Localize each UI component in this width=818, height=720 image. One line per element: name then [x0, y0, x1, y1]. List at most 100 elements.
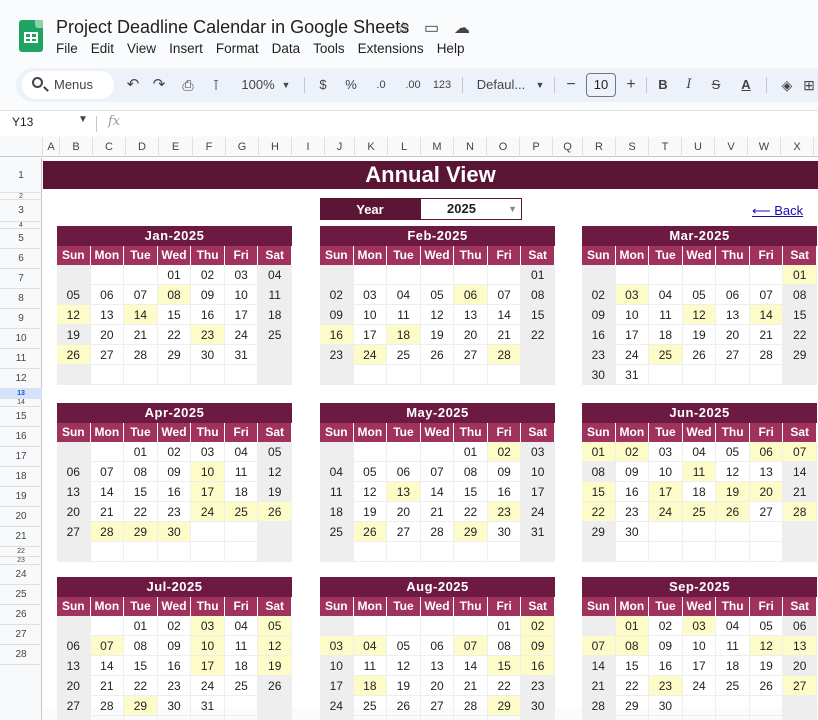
- day-cell[interactable]: 02: [191, 265, 225, 285]
- day-cell[interactable]: [487, 542, 522, 562]
- day-cell[interactable]: 16: [157, 482, 192, 502]
- day-cell[interactable]: 02: [521, 616, 555, 636]
- chevron-down-icon[interactable]: ▼: [508, 199, 517, 219]
- day-cell[interactable]: 11: [320, 482, 354, 502]
- day-cell[interactable]: 11: [258, 285, 292, 305]
- day-cell[interactable]: 21: [90, 502, 125, 522]
- menu-extensions[interactable]: Extensions: [358, 41, 424, 56]
- day-cell[interactable]: 24: [224, 325, 259, 345]
- row-header-8[interactable]: 8: [0, 289, 42, 309]
- day-cell[interactable]: [57, 616, 91, 636]
- day-cell[interactable]: 12: [258, 636, 292, 656]
- day-cell[interactable]: 07: [749, 285, 784, 305]
- day-cell[interactable]: [783, 365, 817, 385]
- day-cell[interactable]: 28: [783, 502, 817, 522]
- day-cell[interactable]: 04: [649, 285, 683, 305]
- day-cell[interactable]: 22: [521, 325, 555, 345]
- day-cell[interactable]: 27: [387, 522, 421, 542]
- day-cell[interactable]: 23: [582, 345, 616, 365]
- day-cell[interactable]: 10: [320, 656, 354, 676]
- day-cell[interactable]: [157, 542, 192, 562]
- day-cell[interactable]: 27: [420, 696, 455, 716]
- day-cell[interactable]: 02: [615, 442, 650, 462]
- row-header-11[interactable]: 11: [0, 349, 42, 369]
- day-cell[interactable]: 28: [454, 696, 488, 716]
- day-cell[interactable]: 24: [521, 502, 555, 522]
- day-cell[interactable]: 12: [749, 636, 784, 656]
- day-cell[interactable]: 30: [521, 696, 555, 716]
- day-cell[interactable]: [420, 616, 455, 636]
- menus-search[interactable]: Menus: [22, 71, 114, 99]
- day-cell[interactable]: 28: [420, 522, 455, 542]
- day-cell[interactable]: 02: [157, 616, 192, 636]
- day-cell[interactable]: [454, 542, 488, 562]
- day-cell[interactable]: 06: [57, 462, 91, 482]
- day-cell[interactable]: 10: [224, 285, 259, 305]
- day-cell[interactable]: 25: [353, 696, 388, 716]
- day-cell[interactable]: [615, 542, 650, 562]
- day-cell[interactable]: 13: [90, 305, 125, 325]
- day-cell[interactable]: 15: [454, 482, 488, 502]
- day-cell[interactable]: 07: [454, 636, 488, 656]
- day-cell[interactable]: 15: [124, 482, 158, 502]
- row-header-16[interactable]: 16: [0, 427, 42, 447]
- day-cell[interactable]: 21: [90, 676, 125, 696]
- day-cell[interactable]: 13: [783, 636, 817, 656]
- chevron-down-icon[interactable]: ▼: [534, 68, 546, 102]
- day-cell[interactable]: [421, 716, 455, 720]
- day-cell[interactable]: 22: [454, 502, 488, 522]
- day-cell[interactable]: 31: [521, 522, 555, 542]
- day-cell[interactable]: 25: [387, 345, 421, 365]
- column-header-d[interactable]: D: [126, 137, 159, 157]
- day-cell[interactable]: 07: [90, 462, 125, 482]
- column-header-u[interactable]: U: [682, 137, 715, 157]
- day-cell[interactable]: 17: [224, 305, 259, 325]
- day-cell[interactable]: [488, 716, 522, 720]
- day-cell[interactable]: 09: [157, 636, 192, 656]
- day-cell[interactable]: [57, 365, 91, 385]
- column-header-j[interactable]: J: [325, 137, 355, 157]
- day-cell[interactable]: 16: [320, 325, 354, 345]
- column-header-i[interactable]: I: [292, 137, 325, 157]
- column-header-s[interactable]: S: [616, 137, 649, 157]
- day-cell[interactable]: [783, 696, 817, 716]
- day-cell[interactable]: [582, 716, 616, 720]
- day-cell[interactable]: [521, 345, 555, 365]
- day-cell[interactable]: 05: [420, 285, 455, 305]
- currency-format-button[interactable]: $: [314, 68, 332, 102]
- menu-help[interactable]: Help: [437, 41, 465, 56]
- star-icon[interactable]: ☆: [396, 18, 410, 38]
- day-cell[interactable]: [454, 265, 488, 285]
- menu-view[interactable]: View: [127, 41, 156, 56]
- row-header-18[interactable]: 18: [0, 467, 42, 487]
- day-cell[interactable]: [225, 716, 259, 720]
- day-cell[interactable]: 10: [191, 462, 225, 482]
- day-cell[interactable]: [320, 616, 354, 636]
- font-size-input[interactable]: 10: [586, 73, 616, 97]
- day-cell[interactable]: 20: [57, 502, 91, 522]
- cloud-status-icon[interactable]: ☁: [454, 18, 470, 38]
- day-cell[interactable]: 22: [783, 325, 817, 345]
- day-cell[interactable]: 28: [90, 696, 125, 716]
- day-cell[interactable]: [258, 365, 292, 385]
- day-cell[interactable]: 23: [487, 502, 522, 522]
- day-cell[interactable]: 04: [258, 265, 292, 285]
- day-cell[interactable]: 02: [320, 285, 354, 305]
- day-cell[interactable]: 10: [191, 636, 225, 656]
- day-cell[interactable]: 04: [716, 616, 750, 636]
- day-cell[interactable]: 29: [615, 696, 650, 716]
- day-cell[interactable]: 04: [682, 442, 717, 462]
- spreadsheet-canvas[interactable]: Annual View Year 2025 ▼ ⟵ Back Jan-2025 S…: [43, 158, 818, 720]
- day-cell[interactable]: 07: [783, 442, 817, 462]
- day-cell[interactable]: 28: [749, 345, 784, 365]
- bold-button[interactable]: B: [654, 68, 672, 102]
- day-cell[interactable]: 11: [716, 636, 750, 656]
- print-icon[interactable]: ⎙: [176, 68, 200, 102]
- day-cell[interactable]: 24: [353, 345, 388, 365]
- day-cell[interactable]: 22: [157, 325, 192, 345]
- day-cell[interactable]: 26: [57, 345, 91, 365]
- day-cell[interactable]: [191, 542, 225, 562]
- name-box[interactable]: Y13: [12, 115, 33, 129]
- day-cell[interactable]: 08: [454, 462, 488, 482]
- day-cell[interactable]: [682, 522, 717, 542]
